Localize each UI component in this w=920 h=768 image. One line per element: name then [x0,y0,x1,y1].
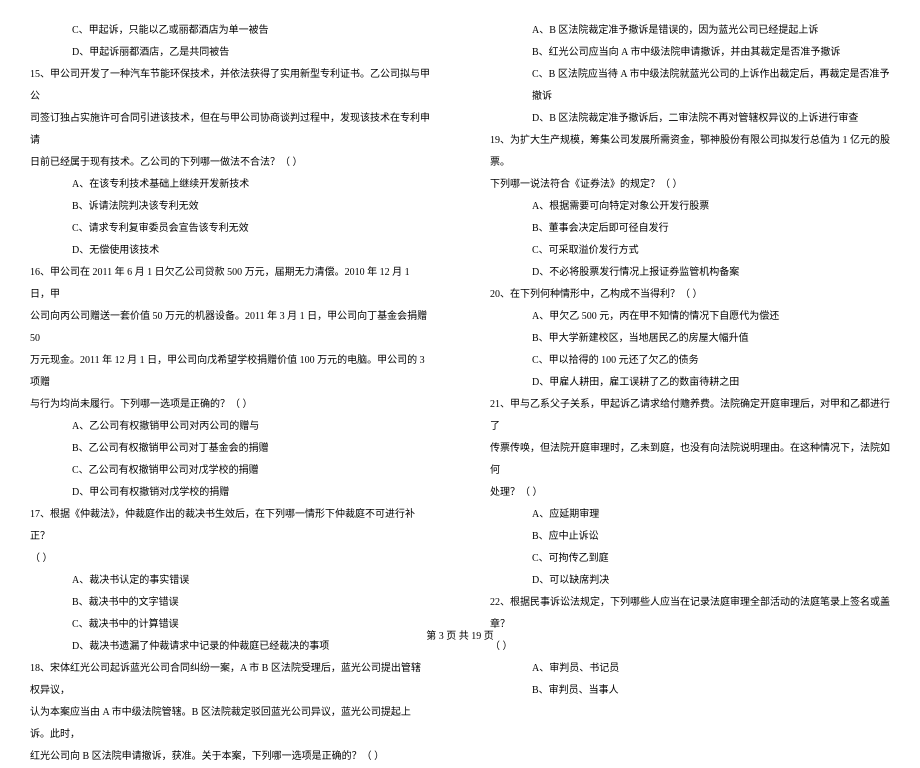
q22-option-b: B、审判员、当事人 [490,680,890,702]
q19-option-c: C、可采取溢价发行方式 [490,240,890,262]
q18-text-line3: 红光公司向 B 区法院申请撤诉，获准。关于本案，下列哪一选项是正确的？（ ） [30,746,430,768]
q17-text-line1: 17、根据《仲裁法》，仲裁庭作出的裁决书生效后，在下列哪一情形下仲裁庭不可进行补… [30,504,430,548]
q16-option-c: C、乙公司有权撤销甲公司对戊学校的捐赠 [30,460,430,482]
q15-option-d: D、无偿使用该技术 [30,240,430,262]
q16-option-b: B、乙公司有权撤销甲公司对丁基金会的捐赠 [30,438,430,460]
q15-option-b: B、诉请法院判决该专利无效 [30,196,430,218]
q21-option-a: A、应延期审理 [490,504,890,526]
q19-text-line2: 下列哪一说法符合《证券法》的规定？（ ） [490,174,890,196]
q16-text-line2: 公司向丙公司赠送一套价值 50 万元的机器设备。2011 年 3 月 1 日，甲… [30,306,430,350]
q18-text-line1: 18、宋体红光公司起诉蓝光公司合同纠纷一案，A 市 B 区法院受理后，蓝光公司提… [30,658,430,702]
q16-option-d: D、甲公司有权撤销对戊学校的捐赠 [30,482,430,504]
q21-text-line2: 传票传唤，但法院开庭审理时，乙未到庭，也没有向法院说明理由。在这种情况下，法院如… [490,438,890,482]
q14-option-c: C、甲起诉，只能以乙或丽都酒店为单一被告 [30,20,430,42]
q20-text-line1: 20、在下列何种情形中，乙构成不当得利？（ ） [490,284,890,306]
q18-option-b: B、红光公司应当向 A 市中级法院申请撤诉，并由其裁定是否准予撤诉 [490,42,890,64]
q15-option-a: A、在该专利技术基础上继续开发新技术 [30,174,430,196]
q21-text-line3: 处理？（ ） [490,482,890,504]
q15-text-line2: 司签订独占实施许可合同引进该技术，但在与甲公司协商谈判过程中，发现该技术在专利申… [30,108,430,152]
right-column: A、B 区法院裁定准予撤诉是错误的，因为蓝光公司已经提起上诉 B、红光公司应当向… [460,20,920,620]
q19-option-d: D、不必将股票发行情况上报证券监管机构备案 [490,262,890,284]
q21-text-line1: 21、甲与乙系父子关系，甲起诉乙请求给付赡养费。法院确定开庭审理后，对甲和乙都进… [490,394,890,438]
q17-paren: （ ） [30,548,430,570]
q16-text-line1: 16、甲公司在 2011 年 6 月 1 日欠乙公司贷款 500 万元，届期无力… [30,262,430,306]
left-column: C、甲起诉，只能以乙或丽都酒店为单一被告 D、甲起诉丽都酒店，乙是共同被告 15… [0,20,460,620]
q17-option-a: A、裁决书认定的事实错误 [30,570,430,592]
q16-option-a: A、乙公司有权撤销甲公司对丙公司的赠与 [30,416,430,438]
q18-option-c: C、B 区法院应当待 A 市中级法院就蓝光公司的上诉作出裁定后，再裁定是否准予撤… [490,64,890,108]
q19-option-a: A、根据需要可向特定对象公开发行股票 [490,196,890,218]
q16-text-line4: 与行为均尚未履行。下列哪一选项是正确的？（ ） [30,394,430,416]
q18-text-line2: 认为本案应当由 A 市中级法院管辖。B 区法院裁定驳回蓝光公司异议，蓝光公司提起… [30,702,430,746]
q21-option-c: C、可拘传乙到庭 [490,548,890,570]
q17-option-b: B、裁决书中的文字错误 [30,592,430,614]
q21-option-d: D、可以缺席判决 [490,570,890,592]
q15-text-line3: 日前已经属于现有技术。乙公司的下列哪一做法不合法？（ ） [30,152,430,174]
q20-option-c: C、甲以拾得的 100 元还了欠乙的债务 [490,350,890,372]
q19-text-line1: 19、为扩大生产规模，筹集公司发展所需资金，鄂神股份有限公司拟发行总值为 1 亿… [490,130,890,174]
q16-text-line3: 万元现金。2011 年 12 月 1 日，甲公司向戊希望学校捐赠价值 100 万… [30,350,430,394]
q15-option-c: C、请求专利复审委员会宣告该专利无效 [30,218,430,240]
q20-option-a: A、甲欠乙 500 元，丙在甲不知情的情况下自愿代为偿还 [490,306,890,328]
q18-option-a: A、B 区法院裁定准予撤诉是错误的，因为蓝光公司已经提起上诉 [490,20,890,42]
q22-option-a: A、审判员、书记员 [490,658,890,680]
q14-option-d: D、甲起诉丽都酒店，乙是共同被告 [30,42,430,64]
q18-option-d: D、B 区法院裁定准予撤诉后，二审法院不再对管辖权异议的上诉进行审查 [490,108,890,130]
q19-option-b: B、董事会决定后即可径自发行 [490,218,890,240]
q15-text-line1: 15、甲公司开发了一种汽车节能环保技术，并依法获得了实用新型专利证书。乙公司拟与… [30,64,430,108]
q20-option-d: D、甲雇人耕田，雇工误耕了乙的数亩待耕之田 [490,372,890,394]
page-footer: 第 3 页 共 19 页 [0,627,920,642]
q20-option-b: B、甲大学新建校区，当地居民乙的房屋大幅升值 [490,328,890,350]
q21-option-b: B、应中止诉讼 [490,526,890,548]
